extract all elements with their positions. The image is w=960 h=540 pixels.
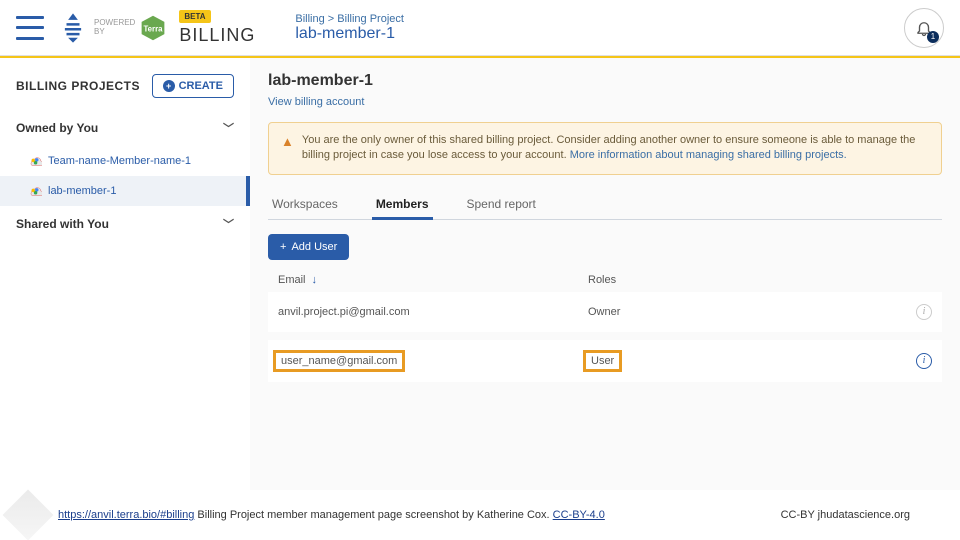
sort-descending-icon: ↓ (312, 274, 318, 286)
anvil-logo-icon (60, 11, 86, 45)
member-row: anvil.project.pi@gmail.com Owner i (268, 292, 942, 332)
create-button-label: CREATE (179, 80, 223, 92)
sidebar-title: BILLING PROJECTS (16, 79, 140, 93)
breadcrumb-separator: > (328, 13, 334, 25)
breadcrumb: Billing > Billing Project (295, 13, 404, 25)
add-user-button[interactable]: + Add User (268, 234, 349, 260)
gcp-icon (28, 184, 42, 198)
plus-icon: + (163, 80, 175, 92)
tab-spend-report[interactable]: Spend report (463, 191, 540, 219)
info-icon[interactable]: i (916, 353, 932, 369)
info-icon[interactable]: i (916, 304, 932, 320)
tabs: Workspaces Members Spend report (268, 191, 942, 220)
notification-count: 1 (927, 31, 939, 43)
footer-license-link[interactable]: CC-BY-4.0 (553, 509, 605, 521)
footer-source-link[interactable]: https://anvil.terra.bio/#billing (58, 509, 194, 521)
breadcrumb-current: Billing Project (337, 13, 404, 25)
sidebar-project-item-active[interactable]: lab-member-1 (0, 176, 250, 206)
create-project-button[interactable]: + CREATE (152, 74, 234, 98)
notifications-button[interactable]: 1 (904, 8, 944, 48)
main-content: lab-member-1 View billing account ▲ You … (250, 58, 960, 490)
gcp-icon (28, 154, 42, 168)
member-email: user_name@gmail.com (273, 350, 405, 372)
body: BILLING PROJECTS + CREATE Owned by You ﹀… (0, 58, 960, 490)
footer-text: Billing Project member management page s… (194, 509, 552, 521)
project-name: lab-member-1 (48, 185, 116, 197)
beta-badge: BETA (179, 10, 210, 23)
svg-text:Terra: Terra (144, 24, 164, 33)
member-email: anvil.project.pi@gmail.com (278, 306, 410, 318)
sidebar-project-item[interactable]: Team-name-Member-name-1 (0, 146, 250, 176)
breadcrumb-billing-link[interactable]: Billing (295, 13, 324, 25)
current-project-name: lab-member-1 (295, 25, 404, 43)
sidebar-section-shared[interactable]: Shared with You ﹀ (0, 206, 250, 242)
project-name: Team-name-Member-name-1 (48, 155, 191, 167)
watermark-icon (3, 490, 54, 540)
sidebar: BILLING PROJECTS + CREATE Owned by You ﹀… (0, 58, 250, 490)
warning-banner: ▲ You are the only owner of this shared … (268, 122, 942, 175)
tab-workspaces[interactable]: Workspaces (268, 191, 342, 219)
shared-label: Shared with You (16, 217, 109, 231)
billing-wordmark: BILLING (179, 25, 255, 46)
app-header: POWERED BY Terra BETA BILLING Billing > … (0, 0, 960, 56)
add-user-label: Add User (291, 241, 337, 253)
page-title: lab-member-1 (268, 72, 942, 90)
member-row-highlighted: user_name@gmail.com User i (268, 340, 942, 382)
col-roles-header[interactable]: Roles (588, 274, 932, 286)
member-role: Owner (588, 306, 620, 318)
breadcrumb-block: Billing > Billing Project lab-member-1 (295, 13, 404, 43)
member-role: User (583, 350, 622, 372)
footer-attribution: CC-BY jhudatascience.org (781, 509, 910, 521)
warning-icon: ▲ (281, 133, 294, 164)
attribution-footer: https://anvil.terra.bio/#billing Billing… (0, 490, 960, 540)
chevron-down-icon: ﹀ (223, 216, 234, 232)
billing-brand: BETA BILLING (179, 10, 255, 46)
warning-more-info-link[interactable]: More information about managing shared b… (570, 149, 847, 161)
chevron-down-icon: ﹀ (223, 120, 234, 136)
powered-by-label: POWERED BY (94, 19, 135, 37)
view-billing-account-link[interactable]: View billing account (268, 96, 364, 108)
terra-logo-icon: Terra (139, 14, 167, 42)
plus-icon: + (280, 241, 286, 253)
menu-toggle-icon[interactable] (16, 16, 44, 40)
members-table-header: Email ↓ Roles (268, 274, 942, 292)
sidebar-section-owned[interactable]: Owned by You ﹀ (0, 110, 250, 146)
tab-members[interactable]: Members (372, 191, 433, 220)
col-email-header[interactable]: Email ↓ (278, 274, 588, 286)
owned-label: Owned by You (16, 121, 98, 135)
